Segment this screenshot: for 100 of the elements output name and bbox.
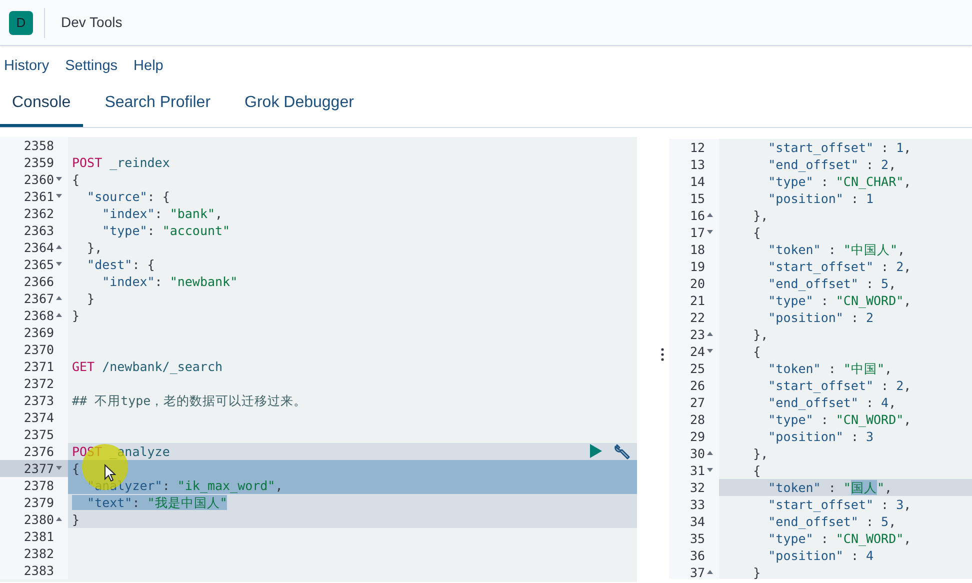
fold-arrow-icon[interactable] [707, 468, 713, 472]
code-line: "token" : "中国人", [767, 240, 906, 258]
line-number: 20 [690, 274, 705, 292]
code-line: } [72, 306, 80, 324]
code-line: ## 不用type，老的数据可以迁移过来。 [72, 392, 307, 409]
unfold-arrow-icon[interactable] [707, 213, 713, 218]
line-number: 2382 [24, 544, 54, 562]
unfold-arrow-icon[interactable] [707, 332, 713, 336]
line-number: 2360 [24, 170, 54, 188]
line-number: 2369 [24, 324, 54, 341]
mouse-pointer-icon [104, 464, 116, 482]
menu-link[interactable]: History [4, 56, 50, 78]
line-number: 2364 [24, 238, 54, 256]
line-number: 2368 [24, 306, 54, 324]
line-number: 25 [690, 360, 705, 377]
code-line: "index": "bank", [101, 204, 223, 222]
line-number: 2367 [24, 290, 54, 307]
fold-arrow-icon[interactable] [707, 230, 713, 234]
line-number: 28 [690, 410, 705, 428]
code-line: "text": "我是中国人" [72, 494, 228, 511]
unfold-arrow-icon[interactable] [707, 570, 713, 574]
line-number: 2361 [24, 188, 54, 205]
line-number: 23 [690, 326, 705, 343]
code-line: { [72, 170, 80, 188]
line-number: 35 [690, 530, 705, 547]
line-number: 2375 [24, 426, 54, 443]
fold-arrow-icon[interactable] [56, 177, 62, 182]
code-line: "end_offset" : 2, [767, 156, 896, 173]
line-number: 17 [690, 224, 705, 241]
line-number: 12 [690, 138, 705, 156]
app-logo[interactable]: D [9, 10, 33, 34]
fold-arrow-icon[interactable] [56, 194, 62, 198]
code-line: "position" : 3 [767, 428, 874, 445]
code-line: { [752, 462, 761, 479]
code-line: "position" : 2 [767, 308, 874, 326]
code-line: { [752, 342, 761, 360]
line-number: 18 [690, 240, 705, 258]
line-number: 27 [690, 394, 705, 411]
line-number: 2358 [24, 136, 54, 154]
line-number: 15 [690, 190, 705, 207]
line-number: 30 [690, 444, 705, 462]
code-line: }, [752, 206, 768, 224]
line-number: 2370 [24, 340, 54, 358]
menu-link[interactable]: Settings [65, 56, 118, 78]
line-number: 2378 [24, 476, 54, 494]
unfold-arrow-icon[interactable] [707, 451, 713, 456]
code-line: "type" : "CN_WORD", [767, 292, 912, 309]
wrench-icon[interactable] [614, 442, 631, 460]
line-number: 26 [690, 376, 705, 394]
page-title: Dev Tools [61, 13, 122, 32]
tab[interactable]: Search Profiler [92, 90, 223, 127]
line-number: 2380 [24, 510, 54, 528]
unfold-arrow-icon[interactable] [56, 313, 62, 318]
fold-arrow-icon[interactable] [707, 349, 713, 354]
code-line: } [72, 510, 80, 528]
code-line: "type" : "CN_WORD", [767, 530, 912, 547]
line-number: 2372 [24, 374, 54, 392]
line-number: 14 [690, 172, 705, 190]
code-line: "index": "newbank" [101, 272, 238, 290]
line-number: 13 [690, 156, 705, 173]
fold-arrow-icon[interactable] [56, 262, 62, 266]
code-line: { [752, 224, 761, 241]
menu-link[interactable]: Help [134, 56, 164, 78]
code-line: GET /newbank/_search [72, 358, 223, 375]
line-number: 32 [690, 478, 705, 496]
code-line: "position" : 1 [767, 190, 874, 207]
unfold-arrow-icon[interactable] [56, 517, 62, 522]
line-number: 2359 [24, 154, 54, 171]
code-line: } [86, 290, 95, 307]
line-number: 21 [690, 292, 705, 309]
unfold-arrow-icon[interactable] [56, 245, 62, 250]
code-line: "type" : "CN_CHAR", [767, 172, 912, 190]
tab[interactable]: Grok Debugger [232, 90, 366, 127]
code-line: "dest": { [86, 256, 155, 273]
code-line: "start_offset" : 2, [767, 258, 912, 275]
line-number: 31 [690, 462, 705, 479]
line-number: 22 [690, 308, 705, 326]
code-line: }, [752, 444, 768, 462]
line-number: 2383 [24, 562, 54, 579]
line-number: 2366 [24, 272, 54, 290]
line-number: 2362 [24, 204, 54, 222]
code-line: "end_offset" : 5, [767, 274, 896, 292]
code-line: "start_offset" : 1, [767, 138, 912, 156]
code-line: "end_offset" : 4, [767, 394, 896, 411]
unfold-arrow-icon[interactable] [56, 296, 62, 300]
play-icon[interactable] [590, 444, 602, 458]
resize-handle-icon[interactable] [660, 348, 664, 362]
line-number: 37 [690, 564, 705, 579]
line-number: 2365 [24, 256, 54, 273]
code-line: "token" : "国人", [767, 478, 892, 496]
line-number: 2379 [24, 494, 54, 511]
fold-arrow-icon[interactable] [56, 466, 62, 470]
code-line: } [752, 564, 761, 579]
line-number: 36 [690, 546, 705, 564]
line-number: 2371 [24, 358, 54, 375]
code-line: "start_offset" : 3, [767, 496, 912, 513]
code-line: "source": { [86, 188, 170, 205]
line-number: 2381 [24, 528, 54, 545]
code-line: "position" : 4 [767, 546, 874, 564]
line-number: 2363 [24, 222, 54, 239]
